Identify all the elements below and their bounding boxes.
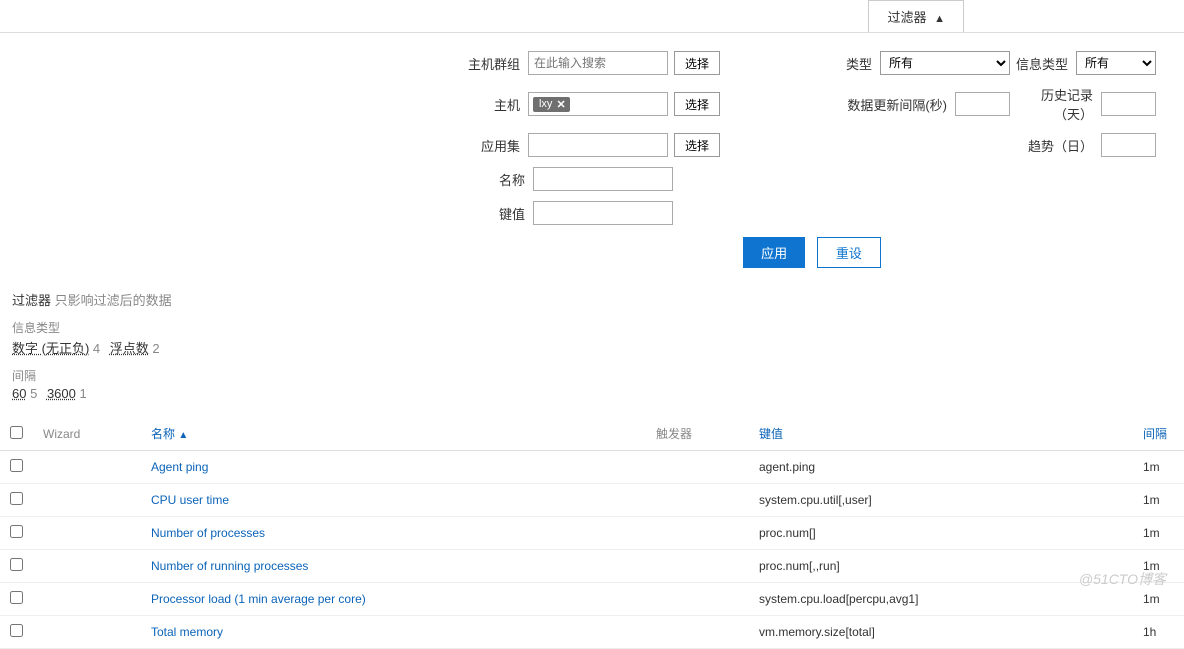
appset-input[interactable] (528, 133, 668, 157)
col-key[interactable]: 键值 (749, 417, 1133, 451)
table-row: Number of running processes proc.num[,,ru… (0, 550, 1184, 583)
item-key: system.cpu.load[percpu,avg1] (749, 583, 1133, 616)
table-row: Agent ping agent.ping1m (0, 451, 1184, 484)
info-type-label: 信息类型 (1016, 54, 1076, 73)
filter-link[interactable]: 3600 (47, 386, 76, 401)
item-key: agent.ping (749, 451, 1133, 484)
col-wizard: Wizard (33, 417, 141, 451)
reset-button[interactable]: 重设 (817, 237, 881, 268)
item-name-link[interactable]: Total memory (151, 625, 223, 639)
trend-days-label: 趋势（日） (1028, 136, 1101, 155)
item-key: proc.num[,,run] (749, 550, 1133, 583)
host-select-button[interactable]: 选择 (674, 92, 720, 116)
table-row: Total memory vm.memory.size[total]1h (0, 616, 1184, 649)
history-days-input[interactable] (1101, 92, 1156, 116)
filter-link[interactable]: 数字 (无正负) (12, 341, 89, 356)
host-tag[interactable]: lxy ✕ (533, 97, 570, 112)
table-row: CPU user time system.cpu.util[,user]1m (0, 484, 1184, 517)
table-row: Processor load (1 min average per core) s… (0, 583, 1184, 616)
filter-count: 1 (76, 386, 87, 401)
item-name-link[interactable]: CPU user time (151, 493, 229, 507)
item-interval: 1m (1133, 451, 1184, 484)
update-interval-input[interactable] (955, 92, 1010, 116)
row-checkbox[interactable] (10, 591, 23, 604)
name-input[interactable] (533, 167, 673, 191)
key-input[interactable] (533, 201, 673, 225)
item-interval: 1m (1133, 517, 1184, 550)
item-key: proc.num[] (749, 517, 1133, 550)
row-checkbox[interactable] (10, 459, 23, 472)
item-interval: 1m (1133, 484, 1184, 517)
select-all-checkbox[interactable] (10, 426, 23, 439)
filter-count: 5 (26, 386, 40, 401)
type-label: 类型 (846, 54, 880, 73)
host-group-input[interactable] (528, 51, 668, 75)
type-select[interactable]: 所有 (880, 51, 1010, 75)
trend-days-input[interactable] (1101, 133, 1156, 157)
host-label: 主机 (494, 95, 528, 114)
appset-label: 应用集 (481, 136, 528, 155)
host-group-select-button[interactable]: 选择 (674, 51, 720, 75)
key-label: 键值 (499, 204, 533, 223)
table-row: Number of processes proc.num[]1m (0, 517, 1184, 550)
row-checkbox[interactable] (10, 525, 23, 538)
filter-count: 2 (149, 341, 160, 356)
filter-link[interactable]: 浮点数 (110, 341, 149, 356)
row-checkbox[interactable] (10, 492, 23, 505)
filter-link[interactable]: 60 (12, 386, 26, 401)
sub-filter-title: 过滤器 (12, 293, 51, 308)
item-name-link[interactable]: Agent ping (151, 460, 208, 474)
watermark: @51CTO博客 (1079, 569, 1166, 589)
sub-filter: 过滤器 只影响过滤后的数据 信息类型 数字 (无正负) 4 浮点数 2 间隔 6… (0, 280, 1184, 405)
host-input[interactable]: lxy ✕ (528, 92, 668, 116)
history-days-label: 历史记录（天） (1010, 85, 1101, 123)
appset-select-button[interactable]: 选择 (674, 133, 720, 157)
item-key: system.cpu.util[,user] (749, 484, 1133, 517)
filter-tab-label: 过滤器 (887, 10, 926, 25)
data-table: Wizard 名称 ▲ 触发器 键值 间隔 Agent ping agent.pi… (0, 417, 1184, 649)
filter-count: 4 (89, 341, 103, 356)
host-group-label: 主机群组 (468, 54, 528, 73)
sort-asc-icon: ▲ (178, 430, 188, 441)
item-name-link[interactable]: Processor load (1 min average per core) (151, 592, 366, 606)
sub-filter-note: 只影响过滤后的数据 (55, 293, 172, 308)
row-checkbox[interactable] (10, 558, 23, 571)
apply-button[interactable]: 应用 (743, 237, 805, 268)
name-label: 名称 (499, 170, 533, 189)
item-name-link[interactable]: Number of running processes (151, 559, 308, 573)
item-interval: 1h (1133, 616, 1184, 649)
interval-group-label: 间隔 (12, 367, 1172, 384)
info-type-group-label: 信息类型 (12, 319, 1172, 336)
filter-tab[interactable]: 过滤器 ▲ (868, 0, 964, 32)
chevron-up-icon: ▲ (934, 13, 945, 25)
info-type-select[interactable]: 所有 (1076, 51, 1156, 75)
update-interval-label: 数据更新间隔(秒) (847, 95, 955, 114)
col-name[interactable]: 名称 ▲ (141, 417, 646, 451)
row-checkbox[interactable] (10, 624, 23, 637)
close-icon[interactable]: ✕ (556, 98, 565, 111)
col-trigger: 触发器 (646, 417, 749, 451)
filter-form: 主机群组 选择 类型 所有 信息类型 所有 主机 lxy ✕ 选择 数据更新间隔… (0, 33, 1184, 280)
item-key: vm.memory.size[total] (749, 616, 1133, 649)
item-name-link[interactable]: Number of processes (151, 526, 265, 540)
col-interval[interactable]: 间隔 (1133, 417, 1184, 451)
